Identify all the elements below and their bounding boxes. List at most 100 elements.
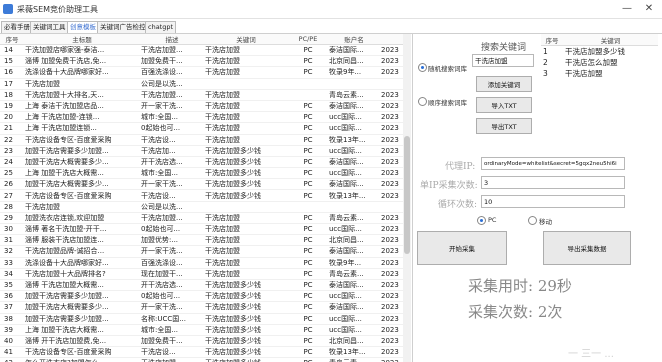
close-button[interactable]: ✕ xyxy=(642,2,656,15)
table-row[interactable]: 30 淄博 著名干洗加盟-开干... 0起始也可... 干洗店加盟 PC ucc国际...… xyxy=(0,223,404,236)
table-row[interactable]: 19 上海 泰洁干洗加盟店品... 开一家干洗... 干洗店加盟 PC 泰洁国际... 20… xyxy=(0,100,404,113)
minimize-button[interactable]: — xyxy=(620,2,634,15)
table-row[interactable]: 39 上海 加盟干洗店大概需... 城市:全国... 干洗店加盟多少钱 PC ucc国际.… xyxy=(0,324,404,336)
table-row[interactable]: 16 洗涤设备十大品牌哪家好... 百强洗涤设... 干洗店加盟 PC 牧录9年... 20… xyxy=(0,66,404,79)
cell-device: PC xyxy=(288,290,328,303)
table-row[interactable]: 26 加盟干洗店大概需要多少... 开一家干洗... 干洗店加盟多少钱 PC 泰洁国际..… xyxy=(0,178,404,191)
cell-device: PC xyxy=(288,100,328,113)
table-row[interactable]: 22 干洗店设备专区-百度爱采购 干洗店设... 干洗店加盟 PC 牧录13年... 202… xyxy=(0,134,404,146)
tab-creative-template[interactable]: 创意模板 xyxy=(67,21,99,33)
tab-keyword-tool[interactable]: 关键词工具 xyxy=(30,21,69,33)
tab-chatgpt[interactable]: chatgpt xyxy=(145,21,177,33)
cell-keyword: 干洗店加盟 xyxy=(204,44,288,57)
cell-keyword: 干洗店加盟 xyxy=(204,89,288,101)
keyword-col-keyword[interactable]: 关键词 xyxy=(563,34,658,46)
col-header-keyword[interactable]: 关键词 xyxy=(204,34,288,45)
keyword-row[interactable]: 1 干洗店加盟多少钱 xyxy=(541,46,658,58)
export-txt-button[interactable]: 导出TXT xyxy=(476,118,532,134)
cell-id: 15 xyxy=(0,55,24,68)
cell-date: 2023 xyxy=(380,257,404,269)
table-row[interactable]: 21 上海 干洗店加盟连锁... 0起始也可... 干洗店加盟 PC ucc国际... 20… xyxy=(0,122,404,135)
cell-id: 20 xyxy=(0,111,24,124)
keyword-row[interactable]: 2 干洗店怎么加盟 xyxy=(541,57,658,68)
random-mode-radio[interactable] xyxy=(418,63,427,72)
order-mode-label: 顺序搜索词库 xyxy=(428,99,467,107)
cell-title: 淄博 著名干洗加盟-开干... xyxy=(24,223,140,236)
table-row[interactable]: 24 加盟干洗店大概需要多少... 开干洗店选... 干洗店加盟多少钱 PC 泰洁国际..… xyxy=(0,156,404,169)
add-keyword-button[interactable]: 添加关键词 xyxy=(476,76,532,92)
cell-date: 2023 xyxy=(380,44,404,57)
col-header-id[interactable]: 序号 xyxy=(0,34,24,45)
table-row[interactable]: 40 淄博 开干洗店加盟费,免... 加盟免费干... 干洗店加盟多少钱 PC 北京同昌.… xyxy=(0,335,404,348)
keyword-row[interactable]: 3 干洗店加盟 xyxy=(541,68,658,79)
start-collect-button[interactable]: 开始采集 xyxy=(417,231,507,265)
table-row[interactable]: 35 淄博 干洗店加盟大概需... 开干洗店选... 干洗店加盟多少钱 PC 泰洁国际..… xyxy=(0,279,404,292)
cell-id: 21 xyxy=(0,122,24,135)
table-row[interactable]: 37 加盟干洗店大概需要多少... 开一家干洗... 干洗店加盟多少钱 PC 泰洁国际..… xyxy=(0,301,404,314)
results-grid[interactable]: 序号 主标题 描述 关键词 PC/PE 账户名 14 干洗加盟店哪家强-泰洁...… xyxy=(0,34,413,362)
table-row[interactable]: 34 干洗店加盟十大品牌排名? 现在加盟干... 干洗店加盟 PC 青岛云素... 2023 xyxy=(0,268,404,280)
tab-manual[interactable]: 必看手册 xyxy=(1,21,33,33)
table-row[interactable]: 27 干洗店设备专区-百度爱采购 干洗店设... 干洗店加盟多少钱 PC 牧录13年...… xyxy=(0,189,404,202)
loop-input[interactable]: 10 xyxy=(481,195,625,208)
table-row[interactable]: 15 淄博 加盟免费干洗店,免... 加盟免费干... 干洗店加盟 PC 北京同昌... 2… xyxy=(0,55,404,68)
table-row[interactable]: 18 干洗店加盟十大排名,天... 干洗店加盟... 干洗店加盟 青岛云素... 2023 xyxy=(0,89,404,101)
cell-title: 干洗店加盟 xyxy=(24,201,140,213)
table-row[interactable]: 38 加盟干洗店需要多少加盟... 名称:UCC国... 干洗店加盟多少钱 PC ucc国… xyxy=(0,313,404,325)
cell-device: PC xyxy=(288,257,328,269)
cell-title: 洗涤设备十大品牌哪家好... xyxy=(24,66,140,79)
table-row[interactable]: 31 淄博 服装干洗店加盟连... 加盟优势:... 干洗店加盟 PC 北京同昌... 20… xyxy=(0,234,404,247)
device-pc-radio[interactable] xyxy=(477,216,486,225)
cell-device: PC xyxy=(288,234,328,247)
per-ip-label: 单IP采集次数: xyxy=(420,181,478,191)
proxy-input[interactable]: ordinaryMode=whitelist&secret=5gqx2neu5h… xyxy=(481,157,625,170)
cell-device: PC xyxy=(288,44,328,57)
cell-id: 34 xyxy=(0,268,24,280)
cell-account: 青岛云素... xyxy=(328,268,380,280)
cell-title: 干洗店加盟品牌-诚招合... xyxy=(24,245,140,258)
cell-device xyxy=(288,89,328,101)
table-row[interactable]: 20 上海 干洗店加盟-连锁... 城市:全国... 干洗店加盟 PC ucc国际... 2… xyxy=(0,111,404,124)
keyword-col-id[interactable]: 序号 xyxy=(541,34,563,46)
grid-scroll-thumb[interactable] xyxy=(404,136,410,254)
cell-desc: 百强洗涤设... xyxy=(140,66,204,79)
table-row[interactable]: 14 干洗加盟店哪家强-泰洁... 干洗店加盟... 干洗店加盟 PC 泰洁国际... 20… xyxy=(0,44,404,57)
cell-id: 33 xyxy=(0,257,24,269)
search-heading: 搜索关键词 xyxy=(481,43,527,53)
table-row[interactable]: 32 干洗店加盟品牌-诚招合... 开一家干洗... 干洗店加盟 PC 泰洁国际... 20… xyxy=(0,245,404,258)
cell-account: 泰洁国际... xyxy=(328,100,380,113)
cell-title: 上海 加盟干洗店大概需... xyxy=(24,324,140,336)
order-mode-radio[interactable] xyxy=(418,97,427,106)
cell-device: PC xyxy=(288,134,328,146)
per-ip-input[interactable]: 3 xyxy=(481,176,625,189)
grid-scrollbar[interactable] xyxy=(403,34,411,362)
table-row[interactable]: 28 干洗店加盟 公司是以洗... xyxy=(0,201,404,213)
table-row[interactable]: 29 加盟洗衣店连锁,欢迎加盟 干洗店加盟... 干洗店加盟 PC 青岛云素... 2023 xyxy=(0,212,404,225)
col-header-desc[interactable]: 描述 xyxy=(140,34,204,45)
import-txt-button[interactable]: 导入TXT xyxy=(476,97,532,113)
keyword-list[interactable]: 序号 关键词 1 干洗店加盟多少钱 2 干洗店怎么加盟 3 干洗店加盟 xyxy=(541,34,658,79)
table-row[interactable]: 42怎么开洗衣店?加盟怎么...干洗店加盟...干洗店加盟多少钱PC青岛云素..… xyxy=(0,357,404,362)
keyword-input[interactable]: 干洗店加盟 xyxy=(472,54,534,67)
table-row[interactable]: 41 干洗店设备专区-百度爱采购 干洗店设... 干洗店加盟多少钱 PC 牧录13年...… xyxy=(0,346,404,359)
keyword-cell-text: 干洗店加盟多少钱 xyxy=(565,47,625,56)
col-header-title[interactable]: 主标题 xyxy=(24,34,140,45)
random-mode-label: 随机搜索词库 xyxy=(428,65,467,73)
cell-desc: 干洗店加盟... xyxy=(140,44,204,57)
cell-desc: 开一家干洗... xyxy=(140,100,204,113)
table-row[interactable]: 33 洗涤设备十大品牌哪家好... 百强洗涤设... 干洗店加盟 PC 牧录9年... 20… xyxy=(0,257,404,269)
col-header-device[interactable]: PC/PE xyxy=(288,34,328,45)
export-data-button[interactable]: 导出采集数据 xyxy=(543,231,631,265)
col-header-date[interactable] xyxy=(380,34,404,45)
cell-desc: 城市:全国... xyxy=(140,324,204,336)
device-mobile-radio[interactable] xyxy=(528,216,537,225)
table-row[interactable]: 17 干洗店加盟 公司是以洗... xyxy=(0,78,404,90)
cell-desc: 公司是以洗... xyxy=(140,78,204,90)
table-row[interactable]: 25 上海 加盟干洗店大概需... 城市:全国... 干洗店加盟多少钱 PC ucc国际.… xyxy=(0,167,404,180)
col-header-account[interactable]: 账户名 xyxy=(328,34,380,45)
table-row[interactable]: 23 加盟干洗店需要多少加盟... 干洗店加... 干洗店加盟多少钱 PC ucc国际..… xyxy=(0,145,404,157)
cell-desc: 加盟免费干... xyxy=(140,55,204,68)
cell-id: 28 xyxy=(0,201,24,213)
table-row[interactable]: 36 加盟干洗店需要多少加盟... 0起始也可... 干洗店加盟多少钱 PC ucc国际.… xyxy=(0,290,404,303)
tab-ad-monitor[interactable]: 关键词广告检控 xyxy=(97,21,149,33)
